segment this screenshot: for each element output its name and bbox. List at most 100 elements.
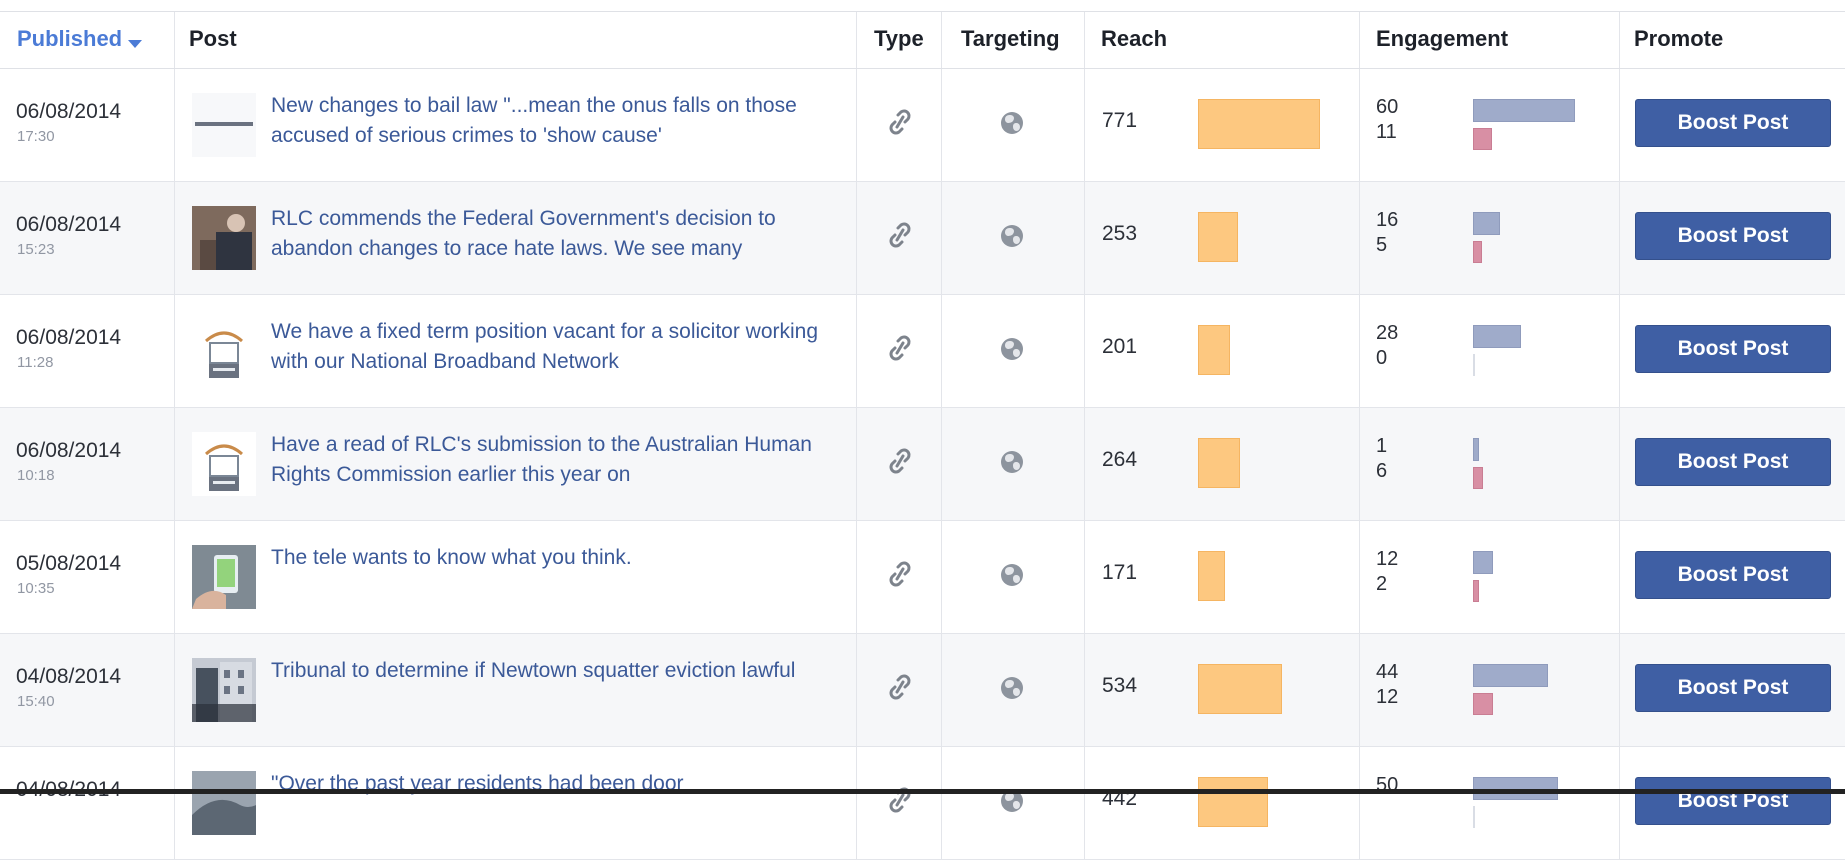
table-row: 06/08/2014 15:23 RLC commends the Federa… [0,182,1845,295]
post-link[interactable]: We have a fixed term position vacant for… [271,317,841,377]
globe-icon [1001,451,1023,473]
engagement-secondary-bar [1473,241,1482,263]
boost-post-button[interactable]: Boost Post [1635,212,1831,260]
engagement-cell: 28 0 [1360,295,1620,407]
type-cell [857,634,942,746]
boost-post-button[interactable]: Boost Post [1635,664,1831,712]
sort-caret-icon[interactable] [128,40,142,48]
posts-table: Published Post Type Targeting Reach Enga… [0,12,1845,860]
published-column-header[interactable]: Published [0,12,175,68]
table-row: 06/08/2014 10:18 Have a read of RLC's su… [0,408,1845,521]
engagement-primary-bar [1473,664,1548,687]
table-row: 04/08/2014 15:40 Tribunal to determine i… [0,634,1845,747]
targeting-column-header: Targeting [942,12,1085,68]
engagement-primary-value: 16 [1376,209,1399,231]
post-link[interactable]: Have a read of RLC's submission to the A… [271,430,841,490]
engagement-cell: 16 5 [1360,182,1620,294]
published-time: 11:28 [17,354,54,371]
type-header-label: Type [874,26,924,51]
post-link[interactable]: Tribunal to determine if Newtown squatte… [271,656,841,686]
date-cell: 06/08/2014 10:18 [0,408,175,520]
globe-icon [1001,225,1023,247]
link-icon [885,330,915,371]
engagement-secondary-bar [1473,580,1479,602]
engagement-cell: 50 [1360,747,1620,859]
building-thumbnail[interactable] [192,658,256,722]
type-cell [857,747,942,859]
boost-post-button[interactable]: Boost Post [1635,777,1831,825]
reach-bar [1198,551,1225,601]
engagement-secondary-bar [1473,806,1475,828]
type-cell [857,182,942,294]
phone-thumbnail[interactable] [192,545,256,609]
targeting-header-label: Targeting [961,26,1060,51]
reach-value: 201 [1102,335,1138,358]
post-cell: RLC commends the Federal Government's de… [175,182,857,294]
engagement-secondary-value: 5 [1376,234,1388,256]
post-link[interactable]: RLC commends the Federal Government's de… [271,204,841,264]
post-header-label: Post [189,26,237,51]
table-row: 06/08/2014 11:28 We have a fixed term po… [0,295,1845,408]
targeting-cell [942,182,1085,294]
promote-header-label: Promote [1634,26,1724,51]
engagement-cell: 1 6 [1360,408,1620,520]
published-time: 17:30 [17,128,55,145]
reach-bar [1198,664,1282,714]
published-date: 05/08/2014 [16,552,122,575]
engagement-cell: 12 2 [1360,521,1620,633]
boost-post-button[interactable]: Boost Post [1635,99,1831,147]
engagement-secondary-bar [1473,467,1483,489]
published-date: 06/08/2014 [16,326,122,349]
reach-cell: 534 [1085,634,1360,746]
post-column-header: Post [175,12,857,68]
type-cell [857,408,942,520]
post-cell: Tribunal to determine if Newtown squatte… [175,634,857,746]
link-icon [885,556,915,597]
reach-value: 171 [1102,561,1138,584]
post-link[interactable]: The tele wants to know what you think. [271,543,841,573]
logo-thumbnail[interactable] [192,432,256,496]
date-cell: 04/08/2014 15:40 [0,634,175,746]
boost-post-button[interactable]: Boost Post [1635,551,1831,599]
person-thumbnail[interactable] [192,206,256,270]
published-time: 15:40 [17,693,55,710]
promote-cell: Boost Post [1620,295,1845,407]
engagement-primary-value: 12 [1376,548,1399,570]
link-icon [885,443,915,484]
promote-cell: Boost Post [1620,747,1845,859]
engagement-column-header: Engagement [1360,12,1620,68]
published-time: 15:23 [17,241,55,258]
logo-thumbnail[interactable] [192,319,256,383]
targeting-cell [942,408,1085,520]
post-cell: Have a read of RLC's submission to the A… [175,408,857,520]
reach-header-label: Reach [1101,26,1168,51]
targeting-cell [942,747,1085,859]
table-row: 04/08/2014 "Over the past year residents… [0,747,1845,860]
engagement-primary-bar [1473,325,1521,348]
post-link[interactable]: New changes to bail law "...mean the onu… [271,91,841,151]
targeting-cell [942,69,1085,181]
engagement-primary-bar [1473,212,1500,235]
boost-post-button[interactable]: Boost Post [1635,325,1831,373]
reach-cell: 253 [1085,182,1360,294]
engagement-header-label: Engagement [1376,26,1509,51]
type-cell [857,69,942,181]
date-cell: 06/08/2014 15:23 [0,182,175,294]
engagement-primary-value: 44 [1376,661,1399,683]
boost-post-button[interactable]: Boost Post [1635,438,1831,486]
post-cell: "Over the past year residents had been d… [175,747,857,859]
reach-bar [1198,325,1230,375]
newspaper-thumbnail[interactable] [192,93,256,157]
date-cell: 06/08/2014 11:28 [0,295,175,407]
type-cell [857,295,942,407]
link-icon [885,104,915,145]
engagement-secondary-value: 12 [1376,686,1399,708]
date-cell: 04/08/2014 [0,747,175,859]
promote-cell: Boost Post [1620,634,1845,746]
promote-cell: Boost Post [1620,69,1845,181]
post-link[interactable]: "Over the past year residents had been d… [271,769,841,799]
engagement-primary-bar [1473,438,1479,461]
street-thumbnail[interactable] [192,771,256,835]
published-sort-label[interactable]: Published [17,26,122,52]
link-icon [885,669,915,710]
